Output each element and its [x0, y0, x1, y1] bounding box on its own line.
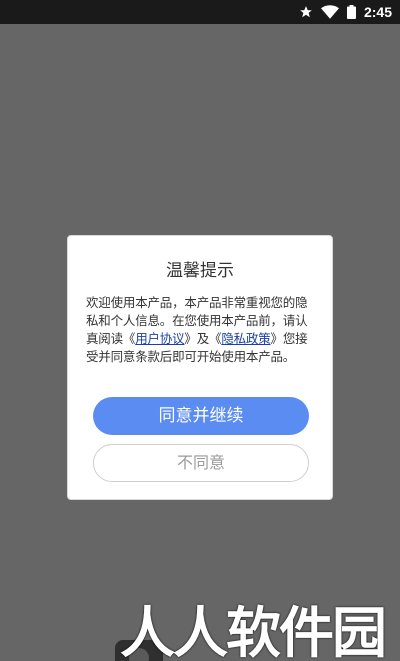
status-bar: 2:45 [0, 0, 400, 24]
agree-continue-button[interactable]: 同意并继续 [93, 397, 309, 435]
star-icon [299, 5, 313, 19]
dialog-body: 欢迎使用本产品，本产品非常重视您的隐私和个人信息。在您使用本产品前，请认真阅读《… [86, 294, 316, 366]
user-agreement-link[interactable]: 用户协议 [135, 331, 184, 346]
dialog-title: 温馨提示 [166, 261, 234, 281]
wifi-icon [320, 5, 339, 19]
disagree-button[interactable]: 不同意 [93, 444, 309, 482]
status-time: 2:45 [363, 4, 392, 20]
battery-icon [346, 5, 356, 19]
privacy-policy-link[interactable]: 隐私政策 [221, 331, 270, 346]
privacy-dialog: 温馨提示 欢迎使用本产品，本产品非常重视您的隐私和个人信息。在您使用本产品前，请… [67, 235, 333, 500]
watermark-text: 人人软件园 [120, 601, 387, 661]
body-text-middle: 》及《 [184, 331, 222, 346]
